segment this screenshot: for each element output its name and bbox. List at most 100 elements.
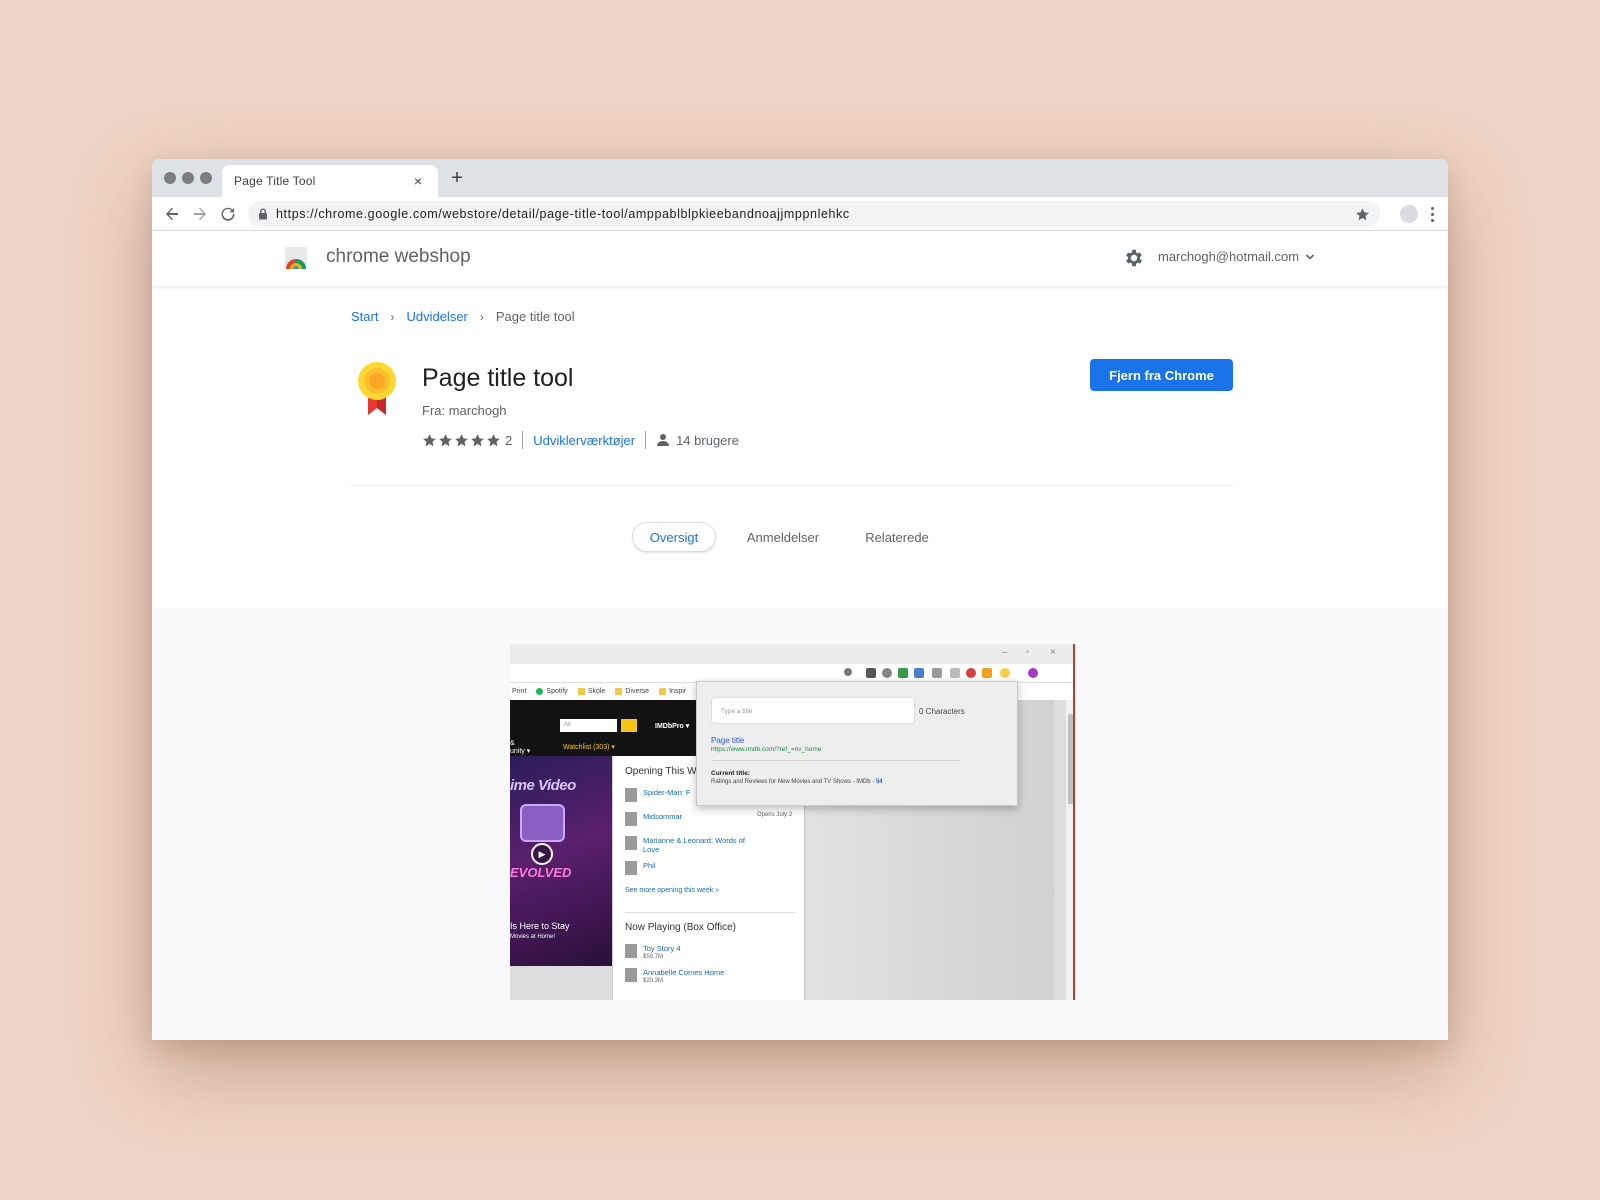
shot-ext-icon (882, 668, 892, 678)
shot-watchlist: Watchlist (303) ▾ (563, 744, 615, 751)
shot-bookmark: Spotify (536, 688, 568, 695)
shot-minimize-icon: – (1002, 647, 1008, 658)
profile-avatar[interactable] (1400, 205, 1418, 223)
user-count: 14 brugere (656, 433, 739, 448)
maximize-window-dot[interactable] (200, 172, 212, 184)
url-text: https://chrome.google.com/webstore/detai… (276, 207, 850, 221)
shot-page-title: Page title (711, 736, 745, 745)
browser-toolbar: https://chrome.google.com/webstore/detai… (152, 197, 1448, 231)
shot-title-input: Type a title (711, 697, 915, 724)
browser-window: Page Title Tool × + https://chrome.googl… (152, 159, 1448, 1040)
shot-current-label: Current title: (711, 770, 750, 777)
shot-character-count: 0 Characters (919, 707, 965, 716)
shot-opens-label: Opens July 3 (756, 812, 792, 818)
chevron-down-icon (1306, 253, 1315, 260)
person-icon (657, 434, 670, 446)
shot-medal-icon (1000, 668, 1010, 678)
shot-now-playing-heading: Now Playing (Box Office) (625, 922, 736, 933)
rating-count[interactable]: 2 (505, 433, 512, 448)
shot-tv-icon (520, 804, 565, 842)
meta-divider (645, 431, 647, 449)
breadcrumb-category[interactable]: Udvidelser (406, 309, 467, 324)
new-tab-button[interactable]: + (445, 167, 469, 190)
breadcrumb-current: Page title tool (495, 309, 575, 324)
star-icon (471, 433, 484, 446)
category-link[interactable]: Udviklerværktøjer (533, 433, 635, 448)
star-icon (439, 433, 452, 446)
shot-search-box: All (560, 719, 617, 732)
window-controls (164, 172, 212, 184)
webstore-logo-icon[interactable] (283, 245, 309, 271)
store-header: chrome webshop marchogh@hotmail.com (152, 231, 1448, 286)
extension-meta: 2 Udviklerværktøjer 14 brugere (422, 431, 739, 449)
meta-divider (522, 431, 524, 449)
shot-list-item: Toy Story 4 $59.7M (625, 944, 681, 962)
shot-list-item: Phil (625, 861, 656, 875)
tab-reviews[interactable]: Anmeldelser (738, 522, 828, 552)
shot-close-icon: × (1050, 647, 1056, 658)
shot-imdbpro: IMDbPro ▾ (655, 723, 690, 730)
shot-bookmark: Inspir (659, 688, 686, 695)
shot-current-value: Ratings and Reviews for New Movies and T… (711, 779, 883, 785)
remove-from-chrome-button[interactable]: Fjern fra Chrome (1090, 359, 1233, 391)
lock-icon (259, 208, 267, 220)
close-tab-icon[interactable]: × (410, 173, 426, 189)
shot-ext-icon (982, 668, 992, 678)
gear-icon[interactable] (1123, 247, 1145, 269)
shot-edge-line (1073, 644, 1075, 1000)
extension-screenshot[interactable]: – ▫ × Print Spotify Skole Diverse Inspir… (510, 644, 1075, 1000)
rating-stars[interactable] (422, 433, 501, 448)
reload-button[interactable] (214, 200, 242, 228)
minimize-window-dot[interactable] (182, 172, 194, 184)
shot-see-more: See more opening this week » (625, 887, 720, 894)
shot-hero-title: ime Video (510, 777, 576, 794)
shot-hero-caption: Is Here to Stay Movies at Home! (510, 921, 570, 940)
tab-title: Page Title Tool (234, 174, 316, 188)
breadcrumb: Start › Udvidelser › Page title tool (351, 309, 575, 324)
browser-tab[interactable]: Page Title Tool × (222, 165, 438, 197)
breadcrumb-start[interactable]: Start (351, 309, 378, 324)
tab-related[interactable]: Relaterede (852, 522, 942, 552)
shot-opening-heading: Opening This W (625, 766, 697, 777)
shot-community: & unity ▾ (510, 740, 531, 755)
chevron-right-icon: › (479, 309, 484, 324)
shot-divider (625, 912, 795, 913)
extension-medal-icon (358, 362, 396, 415)
shot-ext-icon (932, 668, 942, 678)
shot-star-icon (844, 668, 852, 676)
account-menu[interactable]: marchogh@hotmail.com (1158, 249, 1315, 264)
shot-titlebar: – ▫ × (510, 644, 1075, 664)
star-icon (455, 433, 468, 446)
browser-menu-icon[interactable] (1422, 202, 1442, 226)
close-window-dot[interactable] (164, 172, 176, 184)
extension-details: Start › Udvidelser › Page title tool Pag… (152, 286, 1448, 608)
shot-restore-icon: ▫ (1026, 647, 1030, 658)
section-divider (351, 485, 1233, 486)
detail-tabs: Oversigt Anmeldelser Relaterede (152, 522, 1448, 552)
tab-overview[interactable]: Oversigt (632, 522, 716, 552)
address-bar[interactable]: https://chrome.google.com/webstore/detai… (248, 201, 1380, 227)
bookmark-star-icon[interactable] (1355, 207, 1370, 222)
forward-button[interactable] (186, 200, 214, 228)
arrow-right-icon (194, 207, 206, 220)
shot-popup-divider (711, 760, 961, 761)
shot-ext-icon (950, 668, 960, 678)
store-title[interactable]: chrome webshop (326, 246, 471, 268)
shot-ext-icon (966, 668, 976, 678)
screenshot-gallery: – ▫ × Print Spotify Skole Diverse Inspir… (152, 608, 1448, 1040)
shot-bookmark: Diverse (615, 688, 649, 695)
shot-page-url: https://www.imdb.com/?ref_=nv_home (711, 746, 822, 753)
arrow-left-icon (166, 207, 178, 220)
shot-ext-icon (866, 668, 876, 678)
shot-bookmark: Skole (577, 688, 605, 695)
shot-play-icon: ▶ (531, 843, 553, 865)
back-button[interactable] (158, 200, 186, 228)
shot-list-item: Marianne & Leonard: Words of Love (625, 836, 745, 854)
shot-list-item: Spider-Man: F (625, 788, 691, 802)
shot-extension-popup: Type a title 0 Characters Page title htt… (696, 681, 1018, 806)
extension-author: Fra: marchogh (422, 403, 507, 418)
shot-ext-icon (898, 668, 908, 678)
shot-search-icon (621, 719, 637, 732)
shot-ext-icon (914, 668, 924, 678)
user-count-text: 14 brugere (676, 432, 739, 448)
